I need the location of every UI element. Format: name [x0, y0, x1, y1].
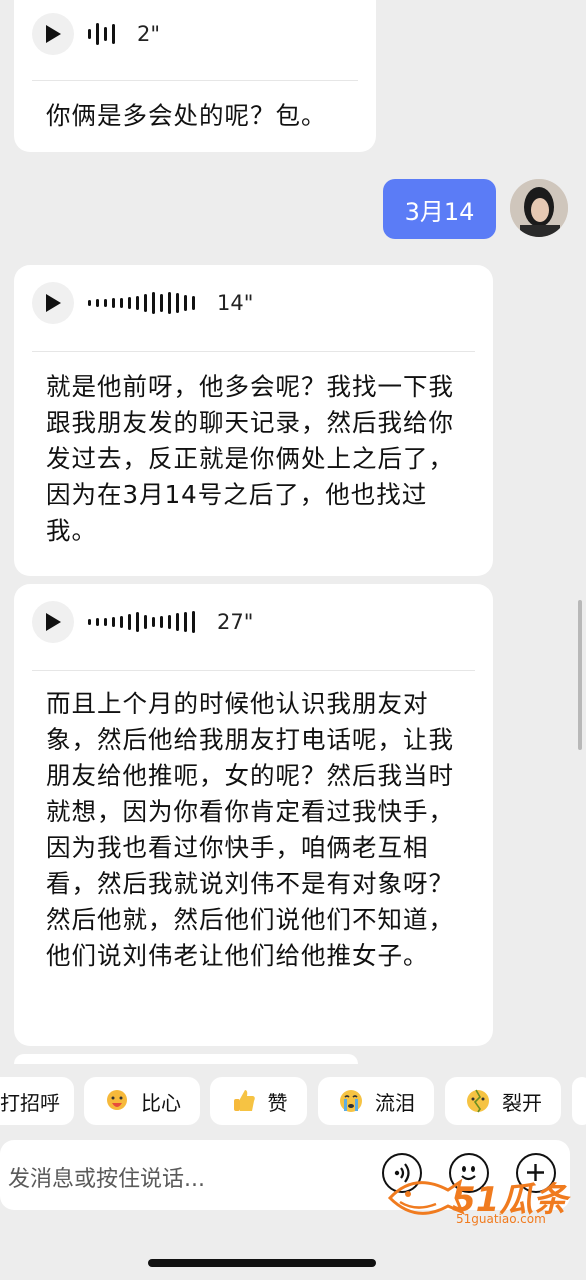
watermark-url: 51guatiao.com — [456, 1212, 546, 1226]
quick-reply-label: 打招呼 — [0, 1090, 60, 1115]
play-icon — [46, 25, 61, 43]
voice-transcript-text: 就是他前呀，他多会呢？我找一下我跟我朋友发的聊天记录，然后我给你发过去，反正就是… — [46, 372, 454, 545]
thumbs-up-emoji-icon — [233, 1090, 255, 1111]
voice-message-bubble[interactable]: 27" 而且上个月的时候他认识我朋友对象，然后他给我朋友打电话呢，让我朋友给他推… — [14, 584, 493, 1046]
voice-transcript-text: 你俩是多会处的呢？包。 — [46, 101, 327, 130]
avatar[interactable] — [510, 179, 568, 237]
voice-waveform — [88, 292, 195, 314]
voice-message-row: 27" — [32, 601, 254, 643]
divider — [32, 351, 475, 352]
divider — [32, 670, 475, 671]
quick-reply-label: 赞 — [267, 1090, 288, 1115]
quick-reply-label: 比心 — [141, 1090, 181, 1115]
quick-reply-heart[interactable]: 比心 — [84, 1077, 200, 1125]
message-bubble-partial — [14, 1054, 358, 1064]
avatar-photo-icon — [510, 179, 568, 237]
watermark-logo: 51瓜条 51guatiao.com — [386, 1168, 576, 1232]
quick-reply-partial[interactable] — [572, 1077, 586, 1125]
quick-reply-tears[interactable]: 流泪 — [318, 1077, 434, 1125]
play-button[interactable] — [32, 13, 74, 55]
quick-reply-like[interactable]: 赞 — [210, 1077, 307, 1125]
voice-message-bubble[interactable]: 2" 你俩是多会处的呢？包。 — [14, 0, 376, 152]
voice-waveform — [88, 23, 115, 45]
voice-duration: 27" — [217, 610, 254, 634]
scrollbar[interactable] — [578, 600, 582, 750]
home-indicator[interactable] — [148, 1259, 376, 1267]
play-button[interactable] — [32, 601, 74, 643]
voice-transcript-text: 而且上个月的时候他认识我朋友对象，然后他给我朋友打电话呢，让我朋友给他推呃，女的… — [46, 689, 454, 970]
voice-message-row: 14" — [32, 282, 254, 324]
play-icon — [46, 294, 61, 312]
voice-waveform — [88, 611, 195, 633]
voice-duration: 2" — [137, 22, 161, 46]
sent-message-bubble[interactable]: 3月14 — [383, 179, 496, 239]
quick-reply-label: 流泪 — [375, 1090, 415, 1115]
voice-message-row: 2" — [32, 13, 161, 55]
quick-reply-greet[interactable]: 打招呼 — [0, 1077, 74, 1125]
play-button[interactable] — [32, 282, 74, 324]
voice-message-bubble[interactable]: 14" 就是他前呀，他多会呢？我找一下我跟我朋友发的聊天记录，然后我给你发过去，… — [14, 265, 493, 576]
play-icon — [46, 613, 61, 631]
voice-duration: 14" — [217, 291, 254, 315]
crying-emoji-icon — [340, 1090, 362, 1112]
divider — [32, 80, 358, 81]
message-input-placeholder[interactable]: 发消息或按住说话... — [8, 1161, 205, 1193]
heart-hands-emoji-icon — [107, 1090, 127, 1110]
quick-reply-label: 裂开 — [502, 1090, 542, 1115]
quick-reply-crack[interactable]: 裂开 — [445, 1077, 561, 1125]
cracked-emoji-icon — [467, 1089, 489, 1113]
